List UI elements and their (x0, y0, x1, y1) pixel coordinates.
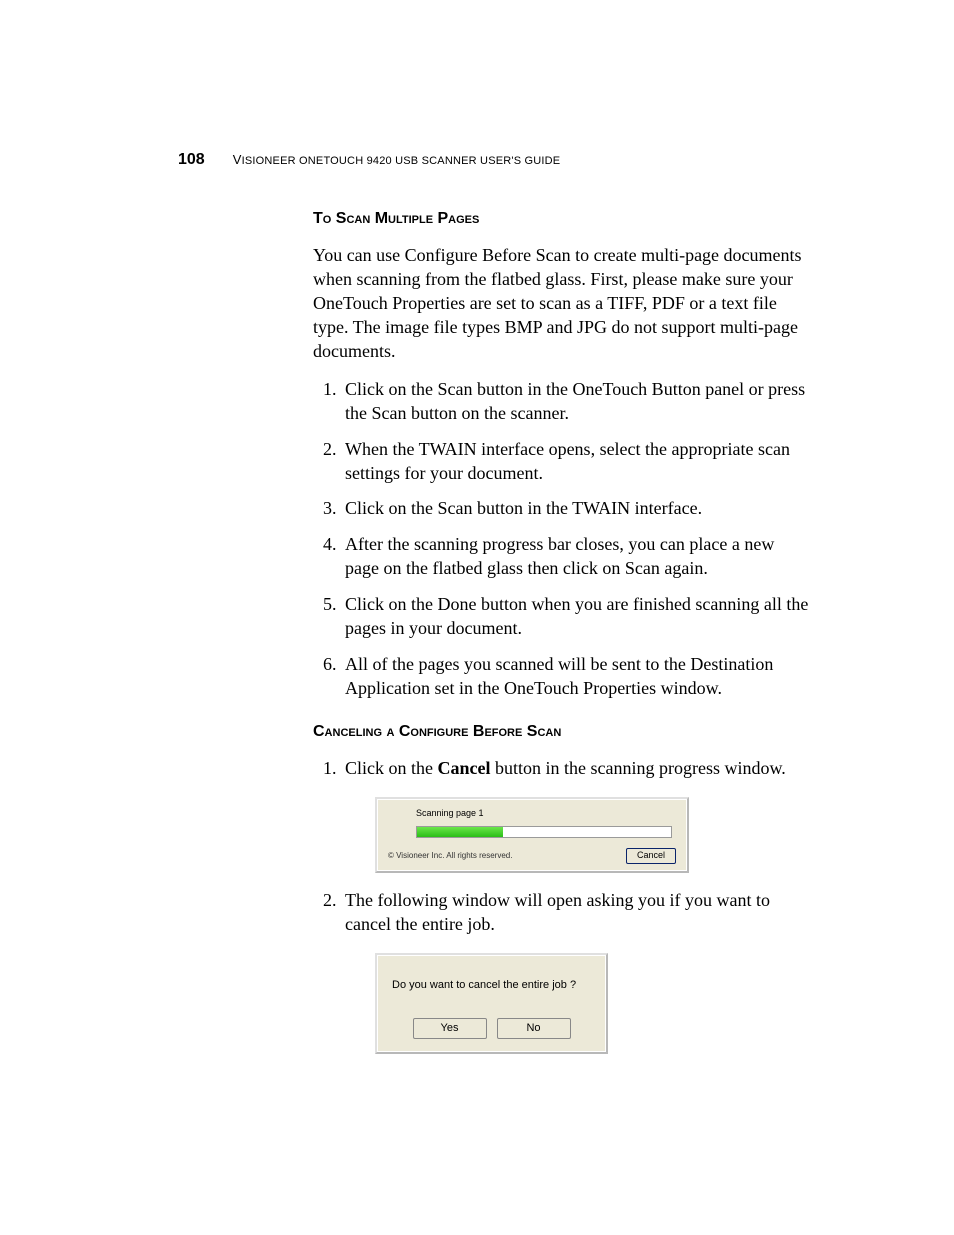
section-heading-scan-multiple: To Scan Multiple Pages (313, 210, 811, 228)
yes-button[interactable]: Yes (413, 1018, 487, 1039)
intro-paragraph: You can use Configure Before Scan to cre… (313, 244, 811, 364)
progress-label: Scanning page 1 (416, 808, 676, 820)
step-item: Click on the Cancel button in the scanni… (341, 757, 811, 873)
step-item: The following window will open asking yo… (341, 889, 811, 1054)
confirm-dialog: Do you want to cancel the entire job ? Y… (375, 953, 608, 1054)
step-item: After the scanning progress bar closes, … (341, 533, 811, 581)
header-title: VISIONEER ONETOUCH 9420 USB SCANNER USER… (233, 152, 561, 167)
cancel-button[interactable]: Cancel (626, 848, 676, 864)
section-heading-canceling: Canceling a Configure Before Scan (313, 723, 811, 741)
step-item: Click on the Scan button in the TWAIN in… (341, 497, 811, 521)
step-item: Click on the Done button when you are fi… (341, 593, 811, 641)
confirm-dialog-figure: Do you want to cancel the entire job ? Y… (375, 953, 811, 1054)
page-number: 108 (178, 151, 205, 169)
steps-list-2: Click on the Cancel button in the scanni… (313, 757, 811, 1054)
page: 108 VISIONEER ONETOUCH 9420 USB SCANNER … (0, 0, 954, 1235)
content-column: To Scan Multiple Pages You can use Confi… (313, 210, 811, 1076)
progress-dialog-figure: Scanning page 1 © Visioneer Inc. All rig… (375, 797, 811, 873)
running-header: 108 VISIONEER ONETOUCH 9420 USB SCANNER … (178, 151, 560, 169)
steps-list-1: Click on the Scan button in the OneTouch… (313, 378, 811, 701)
progress-bar (416, 826, 672, 838)
progress-dialog: Scanning page 1 © Visioneer Inc. All rig… (375, 797, 689, 873)
step-item: Click on the Scan button in the OneTouch… (341, 378, 811, 426)
progress-bar-fill (417, 827, 503, 837)
step-item: All of the pages you scanned will be sen… (341, 653, 811, 701)
no-button[interactable]: No (497, 1018, 571, 1039)
step-item: When the TWAIN interface opens, select t… (341, 438, 811, 486)
copyright-text: © Visioneer Inc. All rights reserved. (388, 851, 512, 862)
confirm-message: Do you want to cancel the entire job ? (392, 978, 591, 993)
